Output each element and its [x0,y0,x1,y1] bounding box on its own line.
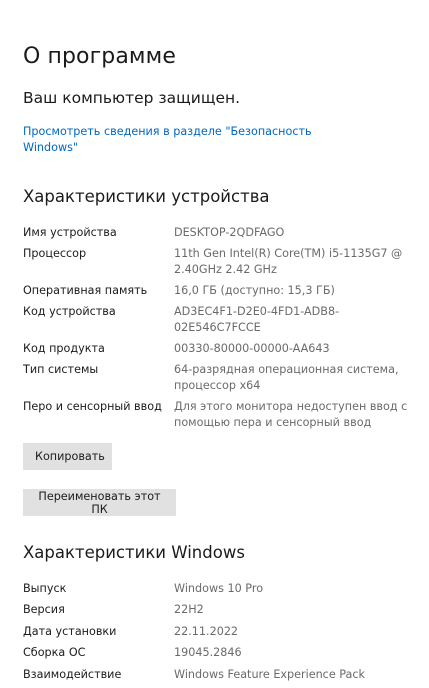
copy-button[interactable]: Копировать [23,443,112,470]
spec-value: 22H2 [174,603,204,616]
spec-value: Windows Feature Experience Pack [174,668,365,681]
spec-value: 11th Gen Intel(R) Core(TM) i5-1135G7 @ 2… [174,247,403,276]
page-title: О программе [23,44,176,69]
windows-specs-heading: Характеристики Windows [23,543,245,562]
spec-label: Код продукта [23,342,105,355]
device-specs-heading: Характеристики устройства [23,187,270,206]
spec-label: Имя устройства [23,226,117,239]
spec-label: Дата установки [23,625,117,638]
spec-label: Взаимодействие [23,668,122,681]
spec-value: Для этого монитора недоступен ввод с пом… [174,400,408,429]
windows-security-link[interactable]: Просмотреть сведения в разделе "Безопасн… [23,124,323,156]
spec-label: Сборка ОС [23,646,86,659]
spec-value: 22.11.2022 [174,625,239,638]
spec-label: Оперативная память [23,284,148,297]
rename-pc-button[interactable]: Переименовать этот ПК [23,489,176,516]
spec-value: AD3EC4F1-D2E0-4FD1-ADB8-02E546C7FCCE [174,305,340,334]
spec-label: Перо и сенсорный ввод [23,400,162,413]
spec-label: Код устройства [23,305,116,318]
spec-label: Версия [23,603,65,616]
spec-label: Выпуск [23,582,67,595]
spec-value: 19045.2846 [174,646,242,659]
spec-label: Процессор [23,247,87,260]
spec-value: 64-разрядная операционная система, проце… [174,363,399,392]
spec-value: DESKTOP-2QDFAGO [174,226,285,239]
protection-status-text: Ваш компьютер защищен. [23,89,241,107]
spec-value: 16,0 ГБ (доступно: 15,3 ГБ) [174,284,335,297]
spec-label: Тип системы [23,363,99,376]
spec-value: 00330-80000-00000-AA643 [174,342,330,355]
spec-value: Windows 10 Pro [174,582,264,595]
